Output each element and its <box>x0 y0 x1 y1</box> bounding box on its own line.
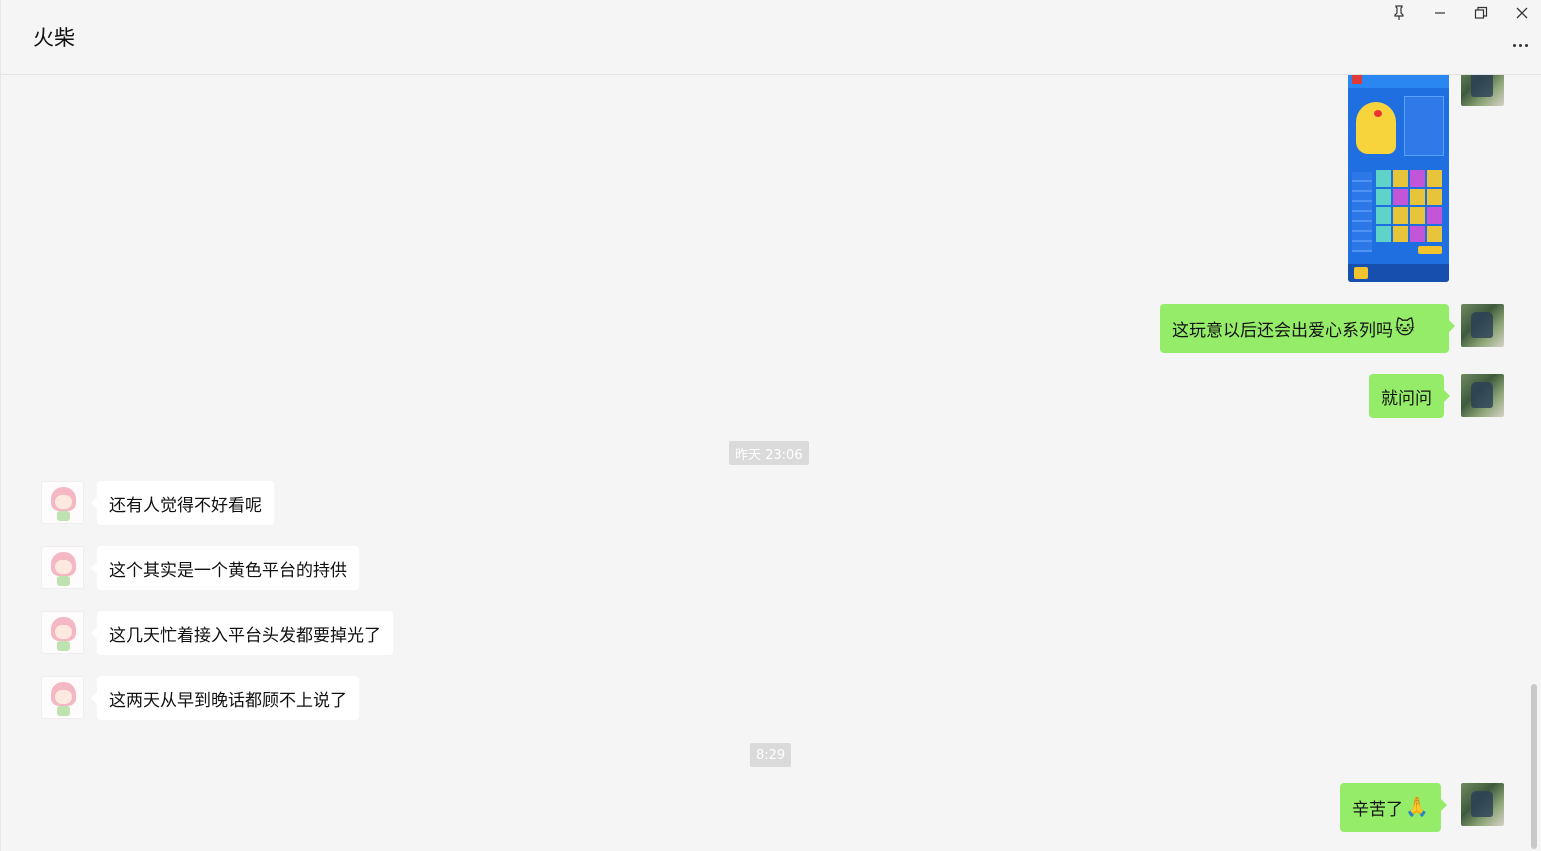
message-text: 这几天忙着接入平台头发都要掉光了 <box>109 625 381 646</box>
avatar[interactable] <box>1461 374 1504 417</box>
minimize-icon[interactable] <box>1426 3 1454 23</box>
message-bubble-received[interactable]: 这几天忙着接入平台头发都要掉光了 <box>91 611 393 655</box>
message-list[interactable]: 这玩意以后还会出爱心系列吗 🐱 就问问 昨天 23:06 还有人觉得不好看呢 这… <box>1 75 1541 851</box>
chat-title: 火柴 <box>33 26 75 50</box>
timestamp: 8:29 <box>750 743 792 767</box>
avatar[interactable] <box>1461 783 1504 826</box>
message-bubble-sent[interactable]: 辛苦了 🙏 <box>1340 783 1447 832</box>
message-bubble-sent[interactable]: 这玩意以后还会出爱心系列吗 🐱 <box>1160 304 1455 353</box>
more-options-icon[interactable] <box>1508 36 1532 54</box>
avatar[interactable] <box>1461 75 1504 106</box>
image-message[interactable] <box>1348 75 1449 282</box>
avatar[interactable] <box>1461 304 1504 347</box>
avatar[interactable] <box>41 676 84 719</box>
chat-header: 火柴 <box>1 0 1541 75</box>
close-icon[interactable] <box>1508 3 1536 23</box>
avatar[interactable] <box>41 546 84 589</box>
avatar[interactable] <box>41 481 84 524</box>
message-bubble-received[interactable]: 还有人觉得不好看呢 <box>91 481 274 525</box>
restore-icon[interactable] <box>1467 3 1495 23</box>
message-text: 辛苦了 <box>1352 800 1403 820</box>
message-bubble-received[interactable]: 这两天从早到晚话都顾不上说了 <box>91 676 359 720</box>
pin-icon[interactable] <box>1385 3 1413 23</box>
pray-emoji-icon: 🙏 <box>1405 796 1429 818</box>
message-text: 这玩意以后还会出爱心系列吗 <box>1172 321 1393 341</box>
message-text: 还有人觉得不好看呢 <box>109 495 262 516</box>
message-text: 这两天从早到晚话都顾不上说了 <box>109 690 347 711</box>
timestamp: 昨天 23:06 <box>729 441 809 465</box>
scrollbar[interactable] <box>1531 684 1537 849</box>
message-text: 就问问 <box>1381 388 1432 409</box>
chat-window: 火柴 这玩意以后还会出爱心系列吗 🐱 就问问 昨天 23:06 还有人觉得不好看… <box>0 0 1541 851</box>
cat-emoji-icon: 🐱 <box>1395 317 1415 339</box>
message-text: 这个其实是一个黄色平台的持供 <box>109 560 347 581</box>
message-bubble-sent[interactable]: 就问问 <box>1369 374 1450 418</box>
avatar[interactable] <box>41 611 84 654</box>
message-bubble-received[interactable]: 这个其实是一个黄色平台的持供 <box>91 546 359 590</box>
